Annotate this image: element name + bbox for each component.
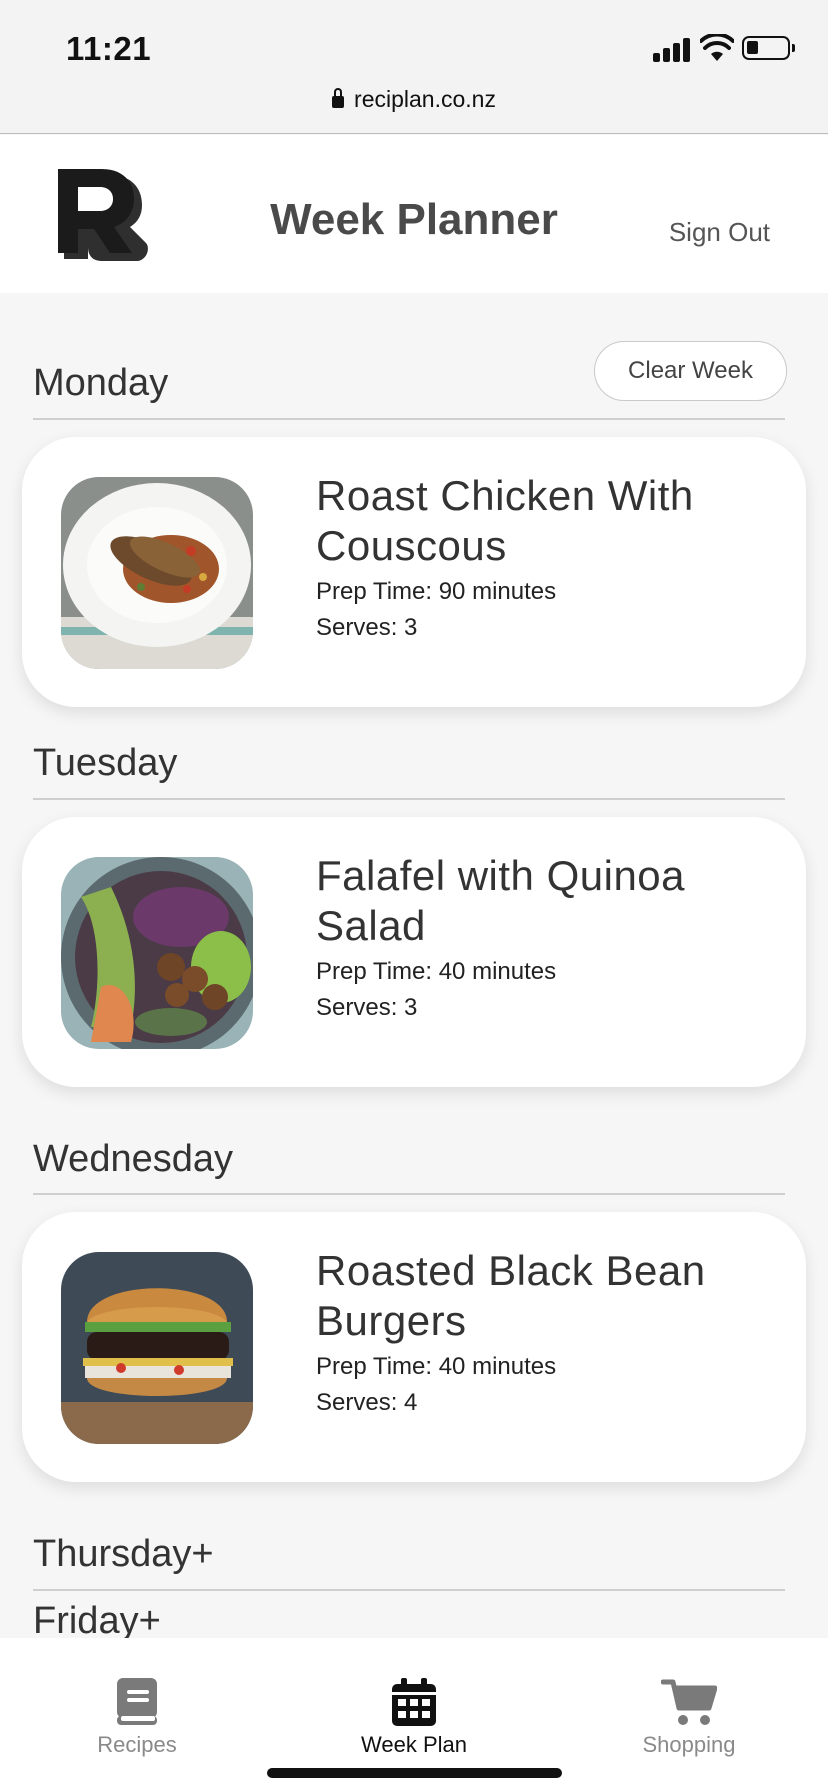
recipe-card-wednesday[interactable]: Roasted Black Bean Burgers Prep Time: 40… [22, 1212, 806, 1482]
recipe-title: Roasted Black Bean Burgers [316, 1247, 706, 1344]
home-indicator [267, 1768, 562, 1778]
day-label-thursday[interactable]: Thursday+ [33, 1533, 214, 1576]
recipe-image-roast-chicken [61, 477, 253, 669]
recipe-image-black-bean-burger [61, 1252, 253, 1444]
nav-week-plan[interactable]: Week Plan [324, 1678, 504, 1758]
serves: Serves: 3 [316, 994, 418, 1021]
clear-week-button[interactable]: Clear Week [594, 341, 787, 401]
nav-label-shopping: Shopping [642, 1732, 736, 1757]
nav-recipes[interactable]: Recipes [47, 1678, 227, 1758]
cart-icon [661, 1679, 717, 1725]
prep-time: Prep Time: 40 minutes [316, 1353, 557, 1380]
serves: Serves: 3 [316, 614, 418, 641]
prep-time: Prep Time: 40 minutes [316, 958, 557, 985]
nav-shopping[interactable]: Shopping [599, 1678, 779, 1758]
sign-out-link[interactable]: Sign Out [669, 217, 770, 248]
status-bar: 11:21 reciplan.co.nz [0, 0, 828, 134]
divider [33, 1193, 785, 1195]
serves: Serves: 4 [316, 1389, 418, 1416]
divider [33, 1589, 785, 1591]
calendar-icon [392, 1678, 436, 1726]
day-label-wednesday: Wednesday [33, 1138, 233, 1180]
day-label-tuesday: Tuesday [33, 742, 178, 784]
recipe-image-falafel [61, 857, 253, 1049]
recipe-card-tuesday[interactable]: Falafel with Quinoa Salad Prep Time: 40 … [22, 817, 806, 1087]
recipe-title: Roast Chicken With Couscous [316, 472, 694, 569]
app-header: Week Planner Sign Out [0, 135, 828, 293]
prep-time: Prep Time: 90 minutes [316, 578, 557, 605]
wifi-icon [700, 34, 734, 61]
nav-label-week-plan: Week Plan [361, 1732, 467, 1757]
nav-label-recipes: Recipes [97, 1732, 177, 1757]
url-text: reciplan.co.nz [354, 86, 496, 112]
status-time: 11:21 [66, 30, 152, 67]
lock-icon [332, 88, 345, 108]
divider [33, 418, 785, 420]
recipe-card-monday[interactable]: Roast Chicken With Couscous Prep Time: 9… [22, 437, 806, 707]
day-label-friday[interactable]: Friday+ [33, 1600, 161, 1643]
divider [33, 798, 785, 800]
recipe-title: Falafel with Quinoa Salad [316, 852, 686, 949]
cellular-signal-icon [653, 38, 691, 62]
address-bar[interactable]: reciplan.co.nz [0, 86, 828, 113]
book-icon [117, 1678, 157, 1725]
day-label-monday: Monday [33, 362, 169, 404]
battery-icon [742, 36, 795, 60]
